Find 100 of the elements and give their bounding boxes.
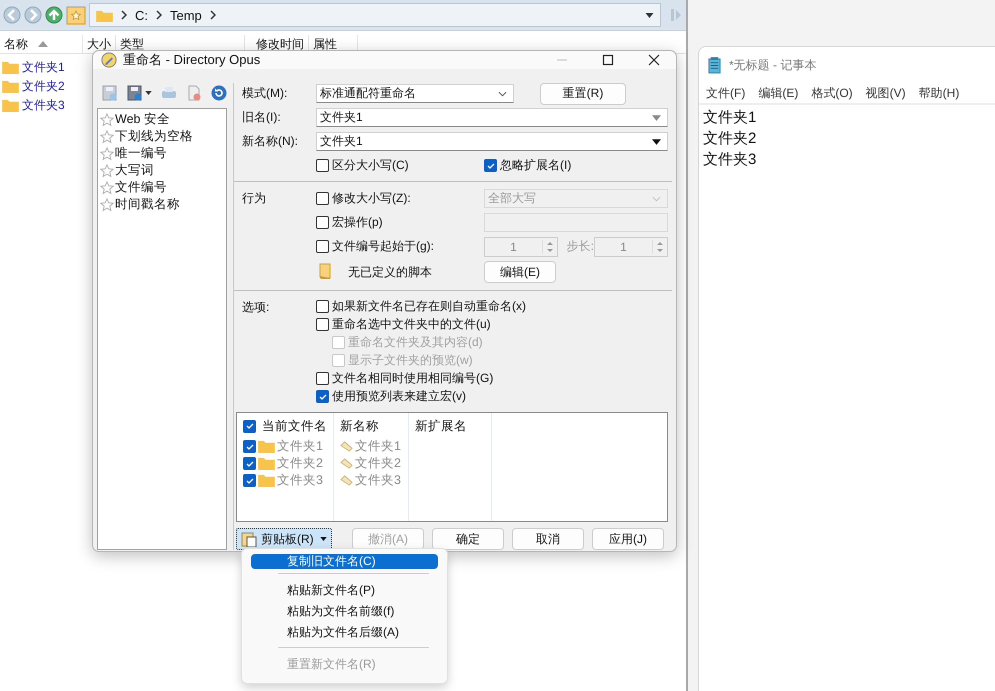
menu-item[interactable]: 粘贴为文件名前缀(f) — [251, 601, 438, 622]
preset-item[interactable]: 唯一编号 — [115, 145, 167, 162]
star-icon — [100, 112, 114, 126]
preset-list[interactable]: Web 安全 下划线为空格 唯一编号 大写词 文件编号 时间戳名称 — [97, 108, 227, 550]
text-line: 文件夹2 — [703, 129, 758, 149]
script-icon — [318, 263, 332, 281]
panel-toggle-icon[interactable] — [670, 8, 682, 22]
dropdown-arrow-icon — [652, 138, 661, 144]
maximize-icon[interactable] — [602, 54, 614, 66]
macro-checkbox[interactable]: 宏操作(p) — [316, 214, 484, 231]
star-icon — [100, 146, 114, 160]
folder-icon — [96, 8, 113, 22]
current-file-name: 文件夹2 — [277, 455, 323, 472]
dialog-button[interactable]: 取消 — [512, 528, 584, 550]
delete-preset-icon[interactable] — [186, 85, 202, 101]
row-checkbox[interactable] — [243, 474, 256, 487]
edit-button[interactable]: 编辑(E) — [484, 261, 556, 283]
current-file-name: 文件夹1 — [277, 438, 323, 455]
preset-item[interactable]: 时间戳名称 — [115, 196, 180, 213]
dropdown-arrow-icon[interactable] — [645, 12, 654, 18]
dropdown-arrow-icon[interactable] — [145, 91, 152, 95]
back-icon[interactable] — [3, 6, 21, 24]
up-icon[interactable] — [45, 6, 63, 24]
old-name-field[interactable]: 文件夹1 — [316, 108, 668, 127]
load-preset-icon[interactable] — [102, 85, 118, 101]
mode-select[interactable]: 标准通配符重命名 — [316, 84, 514, 103]
pencil-icon — [340, 441, 353, 452]
star-icon — [100, 164, 114, 178]
path-field[interactable]: C: Temp — [89, 3, 661, 27]
new-file-name: 文件夹3 — [355, 472, 401, 489]
change-case-checkbox[interactable]: 修改大小写(Z): — [316, 190, 484, 207]
preset-item[interactable]: 大写词 — [115, 162, 154, 179]
file-name[interactable]: 文件夹2 — [22, 78, 65, 95]
menu-item[interactable]: 粘贴为文件名后缀(A) — [251, 622, 438, 643]
reset-button[interactable]: 重置(R) — [540, 82, 626, 104]
folder-icon — [258, 440, 275, 453]
folder-icon — [2, 99, 19, 112]
file-name[interactable]: 文件夹3 — [22, 97, 65, 114]
check-icon — [318, 392, 328, 402]
menu-item[interactable]: 格式(O) — [811, 84, 853, 102]
option-checkbox[interactable]: 如果新文件名已存在则自动重命名(x) — [316, 299, 526, 314]
section-label: 选项: — [242, 299, 270, 316]
new-file-name: 文件夹2 — [355, 455, 401, 472]
close-icon[interactable] — [648, 54, 660, 66]
menu-item[interactable]: 粘贴新文件名(P) — [251, 580, 438, 601]
option-checkbox[interactable]: 文件名相同时使用相同编号(G) — [316, 371, 526, 386]
chevron-icon — [156, 10, 162, 20]
favorites-folder-icon[interactable] — [66, 5, 86, 25]
notepad-icon — [708, 56, 721, 74]
new-name-field[interactable]: 文件夹1 — [316, 132, 668, 151]
undo-icon[interactable] — [211, 85, 227, 101]
column-header[interactable]: 当前文件名 — [262, 418, 327, 434]
column-header[interactable]: 新名称 — [340, 418, 379, 434]
row-checkbox[interactable] — [243, 440, 256, 453]
folder-icon — [258, 474, 275, 487]
check-icon — [244, 421, 254, 431]
dialog-button[interactable]: 应用(J) — [592, 528, 664, 550]
select-all-checkbox[interactable] — [243, 420, 256, 432]
forward-icon[interactable] — [24, 6, 42, 24]
preset-item[interactable]: 文件编号 — [115, 179, 167, 196]
text-area[interactable]: 文件夹1 文件夹2 文件夹3 — [699, 105, 995, 691]
numbering-checkbox[interactable]: 文件编号起始于(g): — [316, 238, 484, 255]
field-label: 模式(M): — [242, 85, 288, 102]
dropdown-arrow-icon — [652, 114, 661, 120]
path-segment[interactable]: C: — [135, 8, 148, 22]
file-name[interactable]: 文件夹1 — [22, 59, 65, 76]
ignore-extension-checkbox[interactable]: 忽略扩展名(I) — [484, 157, 572, 174]
chevron-icon — [121, 10, 127, 20]
pencil-icon — [340, 475, 353, 486]
option-checkbox[interactable]: 重命名选中文件夹中的文件(u) — [316, 317, 526, 332]
menu-item[interactable]: 复制旧文件名(C) — [251, 554, 438, 569]
option-checkbox[interactable]: 使用预览列表来建立宏(v) — [316, 389, 526, 404]
text-line: 文件夹3 — [703, 150, 758, 170]
new-file-name: 文件夹1 — [355, 438, 401, 455]
save-preset-icon[interactable] — [127, 85, 143, 101]
macro-field[interactable] — [484, 213, 668, 232]
row-checkbox[interactable] — [243, 457, 256, 470]
star-icon — [100, 198, 114, 212]
text-line: 文件夹1 — [703, 108, 758, 128]
column-header[interactable]: 新扩展名 — [415, 418, 467, 434]
menu-item[interactable]: 编辑(E) — [758, 84, 798, 102]
dialog-button[interactable]: 确定 — [432, 528, 504, 550]
menu-item[interactable]: 文件(F) — [706, 84, 746, 102]
preset-item[interactable]: Web 安全 — [115, 111, 170, 128]
preset-item[interactable]: 下划线为空格 — [115, 128, 193, 145]
window-title: 重命名 - Directory Opus — [123, 51, 260, 69]
menu-item[interactable]: 帮助(H) — [918, 84, 960, 102]
menu-item[interactable]: 视图(V) — [866, 84, 906, 102]
section-label: 行为 — [242, 190, 267, 207]
chevron-down-icon — [498, 90, 507, 96]
clipboard-button[interactable]: 剪贴板(R) — [236, 528, 332, 550]
field-label: 新名称(N): — [242, 133, 299, 150]
dropdown-arrow-icon — [320, 537, 327, 541]
folder-icon — [2, 80, 19, 93]
path-segment[interactable]: Temp — [170, 8, 202, 22]
window-title: *无标题 - 记事本 — [729, 56, 816, 74]
column-header[interactable]: 名称 — [0, 35, 83, 53]
chevron-down-icon — [652, 196, 661, 202]
case-sensitive-checkbox[interactable]: 区分大小写(C) — [316, 157, 484, 174]
rename-app-icon — [101, 52, 117, 68]
